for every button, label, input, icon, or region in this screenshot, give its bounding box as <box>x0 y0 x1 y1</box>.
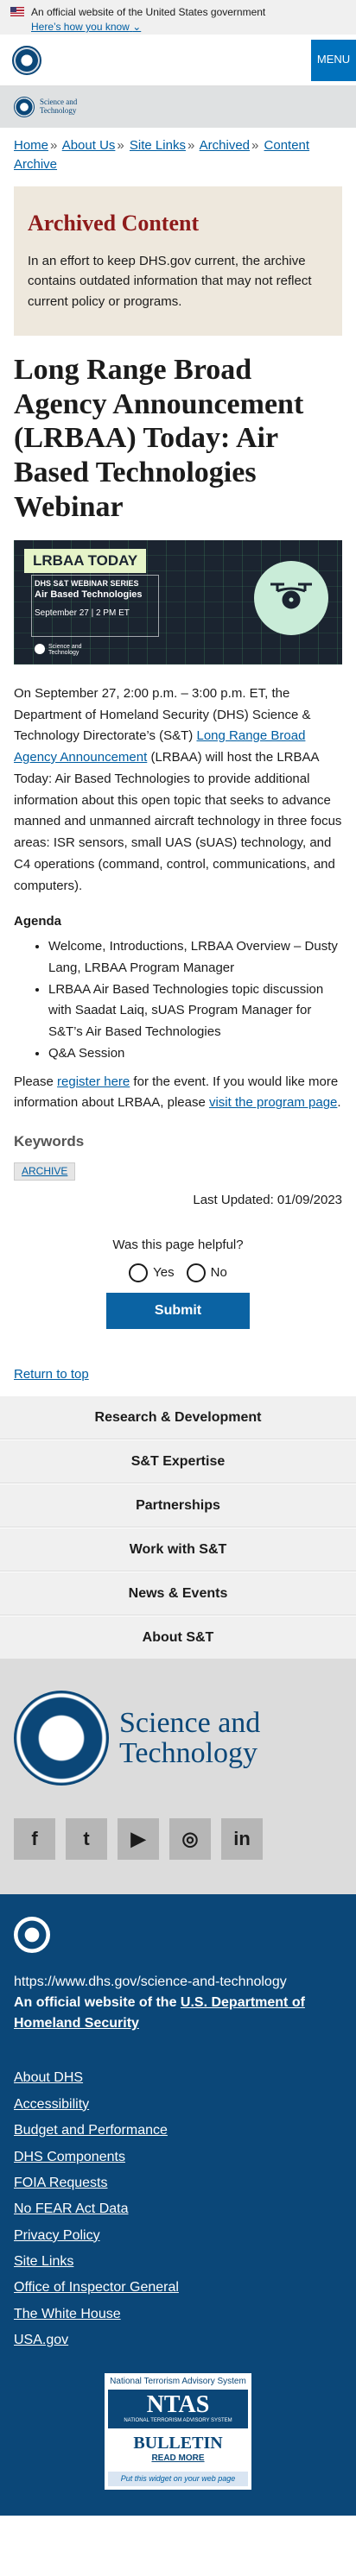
archive-keyword-badge[interactable]: ARCHIVE <box>14 1162 76 1181</box>
heres-how-you-know-link[interactable]: Here’s how you know ⌄ <box>31 20 265 35</box>
footer-link-privacy[interactable]: Privacy Policy <box>14 2223 342 2249</box>
dhs-seal-logo[interactable] <box>12 45 41 75</box>
yes-option[interactable]: Yes <box>129 1263 175 1282</box>
footer-link-foia[interactable]: FOIA Requests <box>14 2170 342 2196</box>
return-to-top-link[interactable]: Return to top <box>14 1367 89 1382</box>
drone-icon <box>254 560 328 635</box>
footer-link-site-links[interactable]: Site Links <box>14 2249 342 2275</box>
footer-link-white-house[interactable]: The White House <box>14 2302 342 2327</box>
hero-tag: LRBAA TODAY <box>24 548 147 574</box>
footer-link-about-dhs[interactable]: About DHS <box>14 2065 342 2091</box>
list-item: LRBAA Air Based Technologies topic discu… <box>48 979 342 1043</box>
footer-nav-work-with-st[interactable]: Work with S&T <box>0 1527 356 1572</box>
ntas-title: National Terrorism Advisory System <box>110 2376 246 2386</box>
footer-link-components[interactable]: DHS Components <box>14 2145 342 2170</box>
footer-link-oig[interactable]: Office of Inspector General <box>14 2275 342 2301</box>
list-item: Welcome, Introductions, LRBAA Overview –… <box>48 936 342 979</box>
footer-link-usa-gov[interactable]: USA.gov <box>14 2327 342 2353</box>
hero-subject: Air Based Technologies <box>35 589 143 600</box>
facebook-icon[interactable]: f <box>14 1818 55 1861</box>
gov-banner-text: An official website of the United States… <box>31 6 266 18</box>
linkedin-icon[interactable]: in <box>221 1818 263 1861</box>
breadcrumb-about-us[interactable]: About Us <box>62 138 116 153</box>
footer-nav-research-development[interactable]: Research & Development <box>0 1395 356 1440</box>
st-footer-logo[interactable]: Science and Technology <box>14 1691 342 1786</box>
footer-nav-about-st[interactable]: About S&T <box>0 1616 356 1660</box>
instagram-icon[interactable]: ◎ <box>169 1818 211 1861</box>
twitter-icon[interactable]: t <box>66 1818 107 1861</box>
footer-nav-st-expertise[interactable]: S&T Expertise <box>0 1439 356 1484</box>
hero-org: Science and Technology <box>48 643 82 657</box>
st-footer-text: Science and Technology <box>119 1706 261 1770</box>
submit-button[interactable]: Submit <box>106 1292 250 1329</box>
dhs-seal-icon[interactable] <box>14 97 35 117</box>
no-option[interactable]: No <box>186 1263 227 1282</box>
page-title: Long Range Broad Agency Announcement (LR… <box>14 353 304 523</box>
st-footer: Science and Technology f t ▶ ◎ in <box>0 1660 356 1895</box>
footer-link-no-fear[interactable]: No FEAR Act Data <box>14 2196 342 2222</box>
dhs-seal-footer-icon[interactable] <box>14 1917 50 1954</box>
last-updated: Last Updated: 01/09/2023 <box>193 1193 342 1208</box>
st-brand-text[interactable]: Science and Technology <box>40 98 77 116</box>
register-paragraph: Please register here for the event. If y… <box>14 1074 341 1111</box>
intro-paragraph: On September 27, 2:00 p.m. – 3:00 p.m. E… <box>14 685 342 893</box>
st-brand-bar: Science and Technology <box>0 86 356 128</box>
register-link[interactable]: register here <box>57 1074 130 1089</box>
chevron-down-icon: ⌄ <box>132 21 142 34</box>
keywords-heading: Keywords <box>14 1133 85 1150</box>
site-header: MENU <box>0 35 356 86</box>
archived-notice: Archived Content In an effort to keep DH… <box>14 186 342 336</box>
no-radio[interactable] <box>186 1263 206 1282</box>
footer-url: https://www.dhs.gov/science-and-technolo… <box>14 1975 287 1990</box>
us-flag-icon <box>10 7 24 16</box>
gov-banner: An official website of the United States… <box>0 0 356 35</box>
footer-links: About DHS Accessibility Budget and Perfo… <box>14 2034 342 2353</box>
ntas-subtitle: NATIONAL TERRORISM ADVISORY SYSTEM <box>124 2418 232 2424</box>
feedback-question: Was this page helpful? <box>112 1237 244 1252</box>
archived-title: Archived Content <box>28 210 200 236</box>
official-website-text: An official website of the U.S. Departme… <box>14 1995 305 2031</box>
hero-date: September 27 | 2 PM ET <box>35 608 130 618</box>
breadcrumb: Home» About Us» Site Links» Archived» Co… <box>14 138 310 172</box>
hero-image: LRBAA TODAY DHS S&T WEBINAR SERIES Air B… <box>14 539 342 664</box>
ntas-widget[interactable]: National Terrorism Advisory System NTAS … <box>105 2372 251 2491</box>
ntas-widget-link[interactable]: Put this widget on your web page <box>108 2472 248 2487</box>
agenda-heading: Agenda <box>14 914 62 929</box>
menu-button[interactable]: MENU <box>311 39 356 81</box>
archived-text: In an effort to keep DHS.gov current, th… <box>28 254 312 309</box>
hero-seal-icon <box>35 643 45 654</box>
dhs-footer: https://www.dhs.gov/science-and-technolo… <box>0 1894 356 2516</box>
breadcrumb-site-links[interactable]: Site Links <box>130 138 186 153</box>
youtube-icon[interactable]: ▶ <box>118 1818 159 1861</box>
footer-link-budget[interactable]: Budget and Performance <box>14 2118 342 2144</box>
footer-nav-news-events[interactable]: News & Events <box>0 1571 356 1616</box>
footer-link-accessibility[interactable]: Accessibility <box>14 2092 342 2118</box>
list-item: Q&A Session <box>48 1043 342 1065</box>
ntas-read-more-link[interactable]: READ MORE <box>108 2453 248 2466</box>
dhs-seal-large-icon <box>14 1691 109 1786</box>
agenda-list: Welcome, Introductions, LRBAA Overview –… <box>0 936 356 1065</box>
footer-nav-partnerships[interactable]: Partnerships <box>0 1483 356 1528</box>
breadcrumb-home[interactable]: Home <box>14 138 48 153</box>
feedback-form: Was this page helpful? Yes No Submit <box>0 1210 356 1329</box>
ntas-logo: NTAS <box>146 2391 210 2419</box>
yes-radio[interactable] <box>129 1263 149 1282</box>
program-page-link[interactable]: visit the program page <box>209 1095 337 1110</box>
breadcrumb-archived[interactable]: Archived <box>200 138 250 153</box>
footer-nav: Research & Development S&T Expertise Par… <box>0 1395 356 1660</box>
ntas-bulletin: BULLETIN <box>133 2433 223 2453</box>
social-links: f t ▶ ◎ in <box>14 1786 342 1861</box>
